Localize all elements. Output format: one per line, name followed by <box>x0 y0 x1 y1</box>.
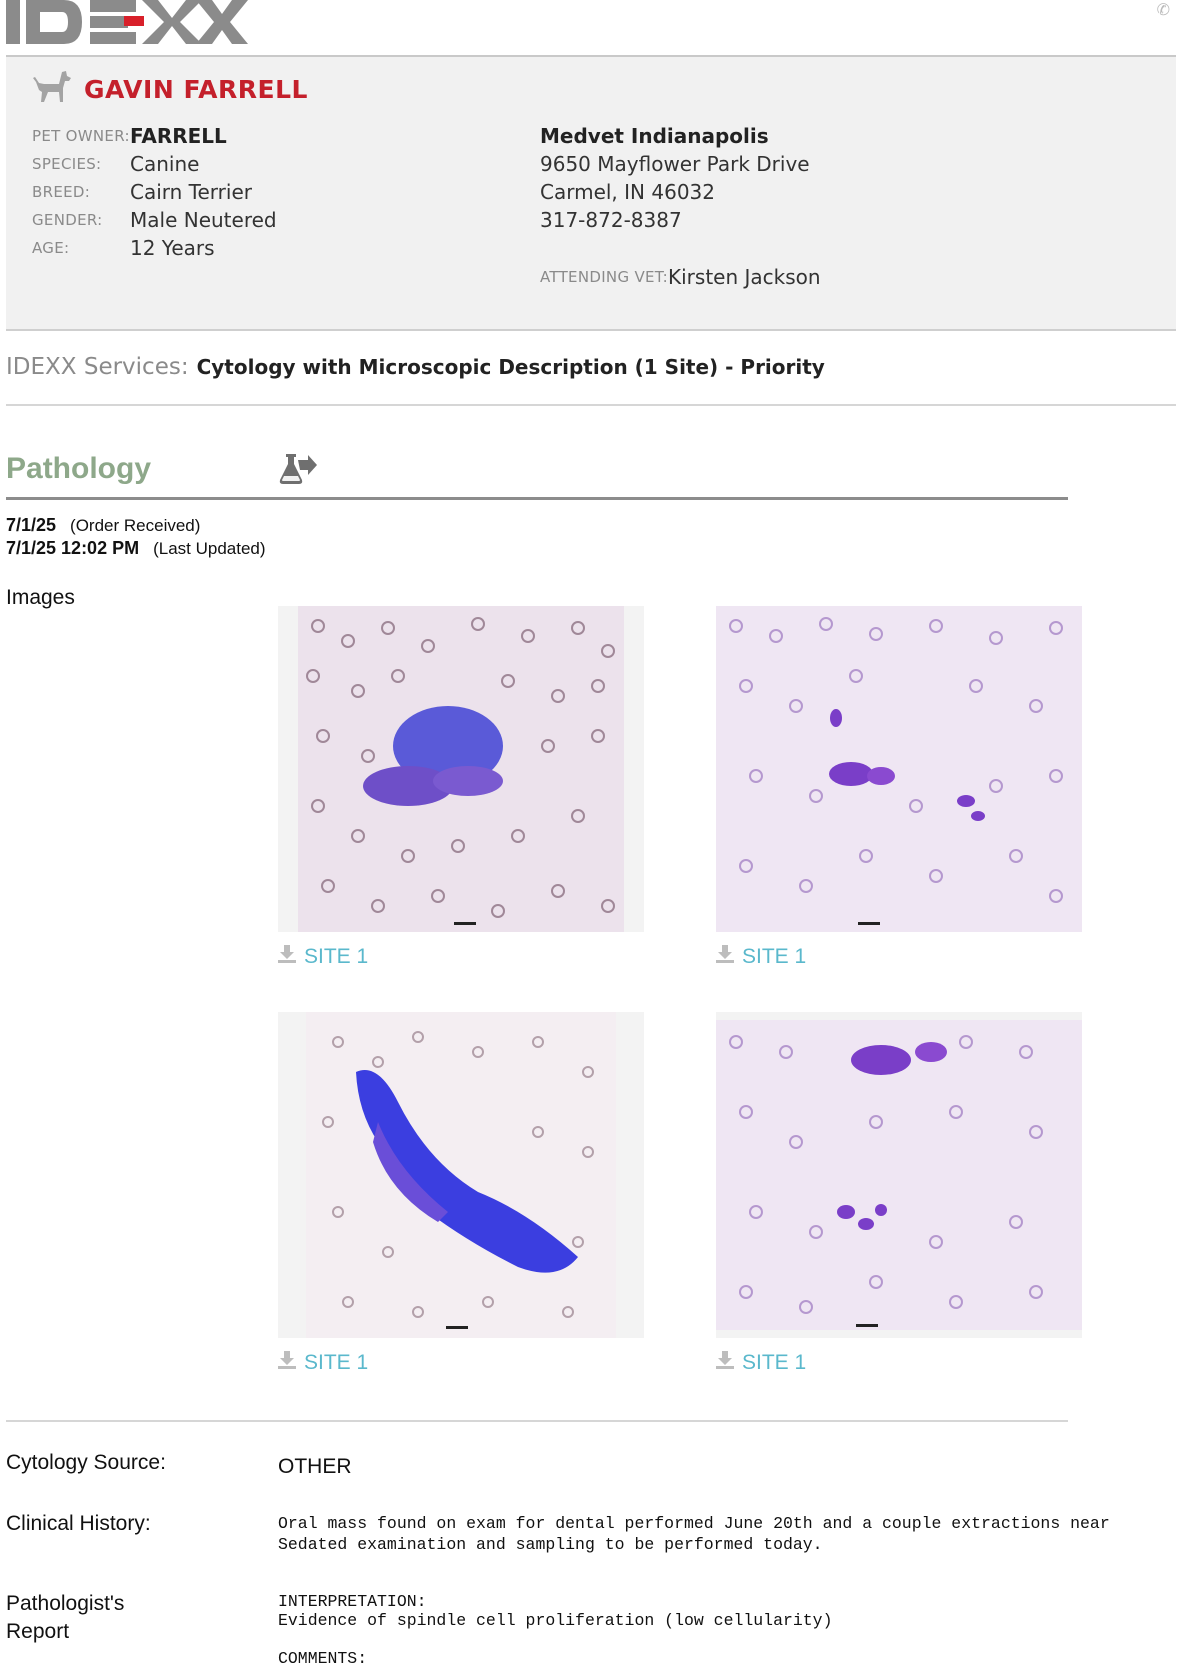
image-3-site-link[interactable]: SITE 1 <box>278 1351 368 1375</box>
pathology-divider <box>6 497 1068 500</box>
comments-heading: COMMENTS: <box>278 1649 368 1668</box>
image-2-site-link[interactable]: SITE 1 <box>716 945 806 969</box>
dog-icon <box>32 70 72 108</box>
download-icon <box>278 1351 296 1375</box>
services-label: IDEXX Services: <box>6 354 189 380</box>
image-1-site-link[interactable]: SITE 1 <box>278 945 368 969</box>
clinic-address-line2: Carmel, IN 46032 <box>540 180 715 204</box>
cytology-source-label: Cytology Source: <box>6 1451 166 1474</box>
order-received-label: (Order Received) <box>70 516 201 535</box>
pathology-title: Pathology <box>6 452 152 485</box>
clinic-phone: 317-872-8387 <box>540 208 682 232</box>
phone-icon: ✆ <box>1156 0 1170 19</box>
image-4-site-link[interactable]: SITE 1 <box>716 1351 806 1375</box>
image-4-caption: SITE 1 <box>742 1351 807 1374</box>
gender-label: GENDER: <box>32 211 103 229</box>
order-received-line: 7/1/25 (Order Received) <box>6 515 200 536</box>
flask-arrow-icon[interactable] <box>278 452 318 490</box>
patient-name: GAVIN FARRELL <box>84 75 308 104</box>
age-value: 12 Years <box>130 236 215 260</box>
pathologist-report-label: Pathologist's Report <box>6 1590 124 1646</box>
last-updated-line: 7/1/25 12:02 PM (Last Updated) <box>6 538 266 559</box>
cytology-image-2[interactable] <box>716 606 1082 932</box>
image-3-caption: SITE 1 <box>304 1351 369 1374</box>
gender-value: Male Neutered <box>130 208 277 232</box>
idexx-logo <box>6 0 250 48</box>
order-received-date: 7/1/25 <box>6 515 57 535</box>
cytology-source-value: OTHER <box>278 1455 352 1478</box>
species-label: SPECIES: <box>32 155 102 173</box>
species-value: Canine <box>130 152 200 176</box>
divider <box>6 1420 1068 1422</box>
pet-owner-value: FARRELL <box>130 124 227 148</box>
services-value: Cytology with Microscopic Description (1… <box>196 355 825 379</box>
divider <box>6 404 1176 406</box>
download-icon <box>716 945 734 969</box>
attending-vet-label: ATTENDING VET: <box>540 268 668 286</box>
cytology-image-4[interactable] <box>716 1012 1082 1338</box>
cytology-image-1[interactable] <box>278 606 644 932</box>
clinical-history-line2: Sedated examination and sampling to be p… <box>278 1535 823 1554</box>
clinic-name: Medvet Indianapolis <box>540 124 769 148</box>
cytology-image-3[interactable] <box>278 1012 644 1338</box>
download-icon <box>278 945 296 969</box>
image-2-caption: SITE 1 <box>742 945 807 968</box>
patient-panel: GAVIN FARRELL PET OWNER: FARRELL SPECIES… <box>6 57 1176 331</box>
clinic-address-line1: 9650 Mayflower Park Drive <box>540 152 810 176</box>
download-icon <box>716 1351 734 1375</box>
last-updated-label: (Last Updated) <box>153 539 266 558</box>
images-label: Images <box>6 586 75 609</box>
breed-label: BREED: <box>32 183 91 201</box>
last-updated-date: 7/1/25 12:02 PM <box>6 538 140 558</box>
interpretation-heading: INTERPRETATION: <box>278 1592 427 1611</box>
image-1-caption: SITE 1 <box>304 945 369 968</box>
clinical-history-line1: Oral mass found on exam for dental perfo… <box>278 1514 1110 1533</box>
interpretation-text: Evidence of spindle cell proliferation (… <box>278 1611 833 1630</box>
age-label: AGE: <box>32 239 70 257</box>
pet-owner-label: PET OWNER: <box>32 127 130 145</box>
clinical-history-label: Clinical History: <box>6 1512 151 1535</box>
breed-value: Cairn Terrier <box>130 180 252 204</box>
pathologist-report-label-line2: Report <box>6 1620 70 1643</box>
pathologist-report-label-line1: Pathologist's <box>6 1592 125 1615</box>
services-line: IDEXX Services: Cytology with Microscopic… <box>6 354 825 380</box>
attending-vet-value: Kirsten Jackson <box>668 265 821 289</box>
